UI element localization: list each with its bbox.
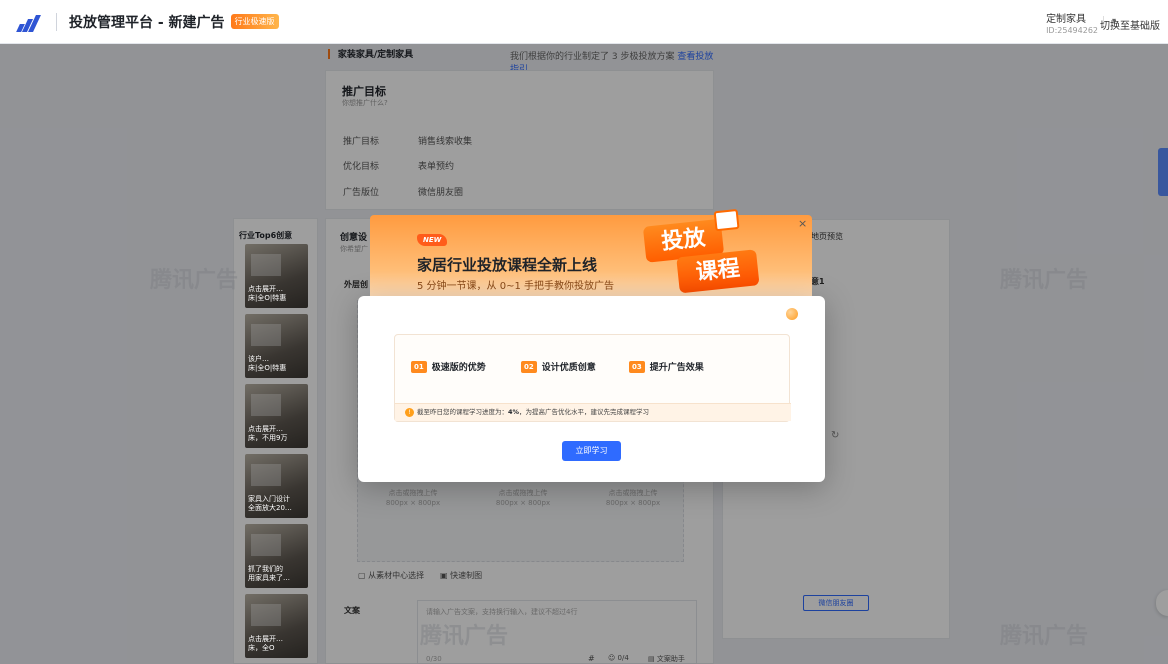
page-title: 投放管理平台 - 新建广告: [69, 14, 225, 31]
course-item-creative[interactable]: 02 设计优质创意: [521, 360, 596, 373]
warning-icon: !: [405, 408, 414, 417]
course-item-advantage[interactable]: 01 极速版的优势: [411, 360, 486, 373]
decor-orb: [786, 308, 798, 320]
speed-version-badge: 行业极速版: [230, 14, 279, 29]
account-id: ID:25494262: [1046, 26, 1098, 35]
learning-progress-note: ! 截至昨日您的课程学习进度为：4%，为提高广告优化水平，建议先完成课程学习: [395, 403, 791, 421]
account-name: 定制家具: [1046, 14, 1087, 25]
book-icon: [713, 208, 740, 232]
account-switcher[interactable]: 定制家具 ID:25494262 ▾: [1046, 10, 1116, 35]
new-badge: NEW: [417, 234, 448, 246]
sign-line-2: 课程: [676, 249, 760, 294]
brand-logo-icon[interactable]: [16, 12, 44, 32]
divider: [56, 12, 57, 31]
switch-basic-version-link[interactable]: 切换至基础版: [1100, 17, 1160, 32]
start-learning-button[interactable]: 立即学习: [562, 441, 621, 461]
course-item-effect[interactable]: 03 提升广告效果: [629, 360, 704, 373]
course-modal-title: 家居行业投放课程全新上线: [417, 256, 598, 274]
course-sign-illustration: 投放 课程: [638, 208, 764, 299]
top-bar: 投放管理平台 - 新建广告 行业极速版 定制家具 ID:25494262 ▾ 切…: [0, 0, 1168, 44]
close-icon[interactable]: ×: [798, 217, 807, 230]
course-modal-body: 01 极速版的优势 02 设计优质创意 03 提升广告效果 ! 截至昨日您的课程学习进…: [358, 296, 825, 482]
course-modal-subtitle: 5 分钟一节课，从 0~1 手把手教你投放广告: [417, 281, 615, 292]
course-list: 01 极速版的优势 02 设计优质创意 03 提升广告效果 ! 截至昨日您的课程学习进…: [394, 334, 791, 422]
